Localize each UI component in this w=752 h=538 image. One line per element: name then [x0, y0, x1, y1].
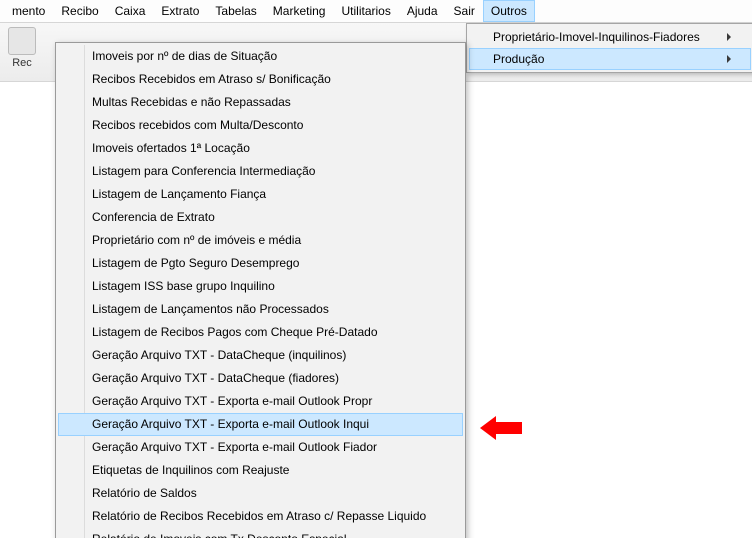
list-item[interactable]: Multas Recebidas e não Repassadas — [58, 91, 463, 114]
list-item[interactable]: Etiquetas de Inquilinos com Reajuste — [58, 459, 463, 482]
list-item[interactable]: Listagem de Pgto Seguro Desemprego — [58, 252, 463, 275]
list-item[interactable]: Relatório de Saldos — [58, 482, 463, 505]
menu-item-recibo[interactable]: Recibo — [53, 0, 106, 22]
submenu-item-proprietario[interactable]: Proprietário-Imovel-Inquilinos-Fiadores — [469, 26, 751, 48]
submenu-item-producao[interactable]: Produção — [469, 48, 751, 70]
list-item[interactable]: Imoveis por nº de dias de Situação — [58, 45, 463, 68]
dropdown-producao: Imoveis por nº de dias de Situação Recib… — [55, 42, 466, 538]
menu-item-ajuda[interactable]: Ajuda — [399, 0, 446, 22]
menu-item-caixa[interactable]: Caixa — [107, 0, 154, 22]
list-item[interactable]: Listagem de Lançamentos não Processados — [58, 298, 463, 321]
list-item[interactable]: Geração Arquivo TXT - DataCheque (inquil… — [58, 344, 463, 367]
list-item[interactable]: Proprietário com nº de imóveis e média — [58, 229, 463, 252]
list-item[interactable]: Recibos recebidos com Multa/Desconto — [58, 114, 463, 137]
arrow-head-icon — [480, 416, 496, 440]
list-item[interactable]: Listagem de Recibos Pagos com Cheque Pré… — [58, 321, 463, 344]
toolbar-button-rec[interactable]: Rec — [8, 27, 36, 69]
toolbar-label: Rec — [12, 57, 32, 69]
submenu-item-label: Produção — [493, 52, 544, 66]
arrow-shaft — [496, 422, 522, 434]
menu-item-marketing[interactable]: Marketing — [265, 0, 334, 22]
list-item[interactable]: Listagem ISS base grupo Inquilino — [58, 275, 463, 298]
submenu-item-label: Proprietário-Imovel-Inquilinos-Fiadores — [493, 30, 700, 44]
menu-item-tabelas[interactable]: Tabelas — [207, 0, 264, 22]
list-item-highlighted[interactable]: Geração Arquivo TXT - Exporta e-mail Out… — [58, 413, 463, 436]
toolbar-icon — [8, 27, 36, 55]
menu-item-utilitarios[interactable]: Utilitarios — [333, 0, 398, 22]
menubar: mento Recibo Caixa Extrato Tabelas Marke… — [0, 0, 752, 23]
list-item[interactable]: Relatório de Recibos Recebidos em Atraso… — [58, 505, 463, 528]
annotation-arrow — [480, 416, 522, 440]
chevron-right-icon — [727, 33, 731, 41]
list-item[interactable]: Geração Arquivo TXT - Exporta e-mail Out… — [58, 436, 463, 459]
chevron-right-icon — [727, 55, 731, 63]
list-item[interactable]: Recibos Recebidos em Atraso s/ Bonificaç… — [58, 68, 463, 91]
list-item[interactable]: Listagem para Conferencia Intermediação — [58, 160, 463, 183]
list-item[interactable]: Imoveis ofertados 1ª Locação — [58, 137, 463, 160]
list-item[interactable]: Relatório de Imoveis com Tx Desconto Esp… — [58, 528, 463, 538]
list-item[interactable]: Conferencia de Extrato — [58, 206, 463, 229]
menu-item-extrato[interactable]: Extrato — [153, 0, 207, 22]
list-item[interactable]: Geração Arquivo TXT - DataCheque (fiador… — [58, 367, 463, 390]
submenu-outros: Proprietário-Imovel-Inquilinos-Fiadores … — [466, 23, 752, 73]
menu-item-sair[interactable]: Sair — [446, 0, 483, 22]
menu-item-mento[interactable]: mento — [4, 0, 53, 22]
list-item[interactable]: Listagem de Lançamento Fiança — [58, 183, 463, 206]
menu-item-outros[interactable]: Outros — [483, 0, 535, 22]
list-item[interactable]: Geração Arquivo TXT - Exporta e-mail Out… — [58, 390, 463, 413]
